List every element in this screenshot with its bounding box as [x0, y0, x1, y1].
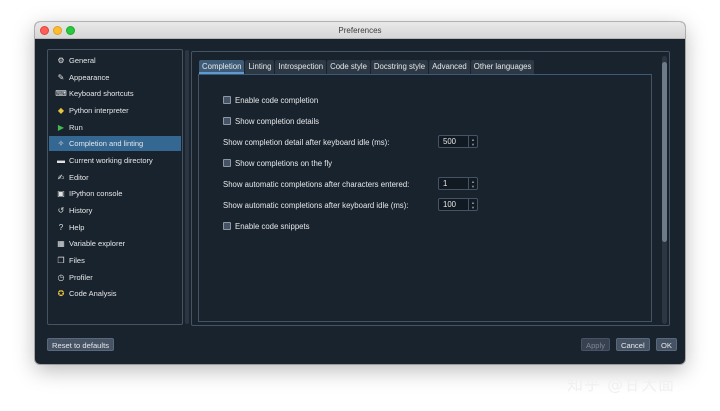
sidebar-item-label: Editor	[69, 173, 89, 182]
sidebar-item-files[interactable]: ❐ Files	[49, 253, 181, 268]
sidebar-item-label: Run	[69, 123, 83, 132]
spinbox-value: 1	[443, 179, 448, 188]
show-completions-on-the-fly-option: Show completions on the fly	[223, 157, 332, 169]
sidebar-item-label: Files	[69, 256, 85, 265]
sidebar-item-label: General	[69, 56, 96, 65]
reset-to-defaults-button[interactable]: Reset to defaults	[47, 338, 114, 351]
sidebar-item-label: Current working directory	[69, 156, 153, 165]
show-completion-details-label: Show completion details	[235, 116, 320, 126]
panel-scrollbar[interactable]	[662, 56, 667, 324]
clock-icon: ◷	[57, 273, 65, 282]
paintbrush-icon: ✎	[57, 73, 65, 82]
tab-docstring-style[interactable]: Docstring style	[370, 60, 429, 74]
cancel-button[interactable]: Cancel	[616, 338, 650, 351]
sidebar-item-ipython-console[interactable]: ▣ IPython console	[49, 186, 181, 201]
enable-code-snippets-checkbox[interactable]	[223, 222, 231, 230]
tab-code-style[interactable]: Code style	[327, 60, 370, 74]
spinbox-arrows[interactable]: ▲ ▼	[468, 178, 477, 189]
python-icon: ◆	[57, 106, 65, 115]
folder-icon: ▬	[57, 156, 65, 165]
close-window-button[interactable]	[40, 26, 49, 35]
sidebar-item-appearance[interactable]: ✎ Appearance	[49, 70, 181, 85]
tab-other-languages[interactable]: Other languages	[470, 60, 535, 74]
sidebar-item-label: Appearance	[69, 73, 110, 82]
play-icon: ▶	[57, 123, 65, 132]
sidebar-item-current-working-directory[interactable]: ▬ Current working directory	[49, 153, 181, 168]
sidebar-item-label: Keyboard shortcuts	[69, 89, 134, 98]
sidebar-item-label: IPython console	[69, 189, 123, 198]
enable-code-snippets-option: Enable code snippets	[223, 220, 310, 232]
show-completions-on-the-fly-label: Show completions on the fly	[235, 158, 333, 168]
sidebar-item-label: Variable explorer	[69, 239, 126, 248]
tab-bar: Completion Linting Introspection Code st…	[199, 60, 535, 74]
completions-after-idle-spinbox[interactable]: 100 ▲ ▼	[438, 198, 478, 211]
completions-after-chars-spinbox[interactable]: 1 ▲ ▼	[438, 177, 478, 190]
gears-icon: ⚙	[57, 56, 65, 65]
minimize-window-button[interactable]	[53, 26, 62, 35]
search-code-icon: ✪	[57, 289, 65, 298]
edit-icon: ✍	[57, 173, 65, 182]
spinbox-value: 500	[443, 137, 457, 146]
preferences-sidebar: ⚙ General ✎ Appearance ⌨ Keyboard shortc…	[47, 49, 183, 325]
show-completions-on-the-fly-checkbox[interactable]	[223, 159, 231, 167]
completions-after-idle-label: Show automatic completions after keyboar…	[223, 200, 409, 210]
sidebar-item-variable-explorer[interactable]: ▦ Variable explorer	[49, 236, 181, 251]
history-icon: ↺	[57, 206, 65, 215]
enable-code-completion-option: Enable code completion	[223, 94, 318, 106]
completion-detail-idle-label: Show completion detail after keyboard id…	[223, 137, 390, 147]
preferences-window: Preferences ⚙ General ✎ Appearance ⌨ Key…	[35, 22, 685, 364]
tab-advanced[interactable]: Advanced	[429, 60, 470, 74]
spinbox-value: 100	[443, 200, 457, 209]
sidebar-item-help[interactable]: ? Help	[49, 220, 181, 235]
maximize-window-button[interactable]	[66, 26, 75, 35]
spinbox-arrows[interactable]: ▲ ▼	[468, 136, 477, 147]
completions-after-idle-row: Show automatic completions after keyboar…	[223, 199, 408, 211]
sidebar-splitter[interactable]	[185, 50, 189, 324]
console-icon: ▣	[57, 189, 65, 198]
sidebar-item-label: Python interpreter	[69, 106, 129, 115]
completion-icon: ✧	[57, 139, 65, 148]
sidebar-item-label: Completion and linting	[69, 139, 144, 148]
completions-after-chars-label: Show automatic completions after charact…	[223, 179, 410, 189]
enable-code-snippets-label: Enable code snippets	[235, 221, 310, 231]
show-completion-details-option: Show completion details	[223, 115, 319, 127]
completion-detail-idle-spinbox[interactable]: 500 ▲ ▼	[438, 135, 478, 148]
completion-detail-idle-row: Show completion detail after keyboard id…	[223, 136, 389, 148]
files-icon: ❐	[57, 256, 65, 265]
enable-code-completion-checkbox[interactable]	[223, 96, 231, 104]
tab-completion[interactable]: Completion	[199, 60, 245, 74]
sidebar-item-code-analysis[interactable]: ✪ Code Analysis	[49, 286, 181, 301]
enable-code-completion-label: Enable code completion	[235, 95, 319, 105]
tab-introspection[interactable]: Introspection	[275, 60, 327, 74]
sidebar-item-python-interpreter[interactable]: ◆ Python interpreter	[49, 103, 181, 118]
apply-button[interactable]: Apply	[581, 338, 610, 351]
spinbox-arrows[interactable]: ▲ ▼	[468, 199, 477, 210]
scrollbar-thumb[interactable]	[662, 62, 667, 242]
sidebar-item-run[interactable]: ▶ Run	[49, 120, 181, 135]
sidebar-item-label: Help	[69, 223, 85, 232]
sidebar-item-general[interactable]: ⚙ General	[49, 53, 181, 68]
watermark: 知乎 @甘大面	[567, 375, 676, 394]
sidebar-item-profiler[interactable]: ◷ Profiler	[49, 270, 181, 285]
sidebar-item-label: History	[69, 206, 93, 215]
completion-tab-pane	[198, 74, 652, 322]
tab-linting[interactable]: Linting	[245, 60, 275, 74]
completions-after-chars-row: Show automatic completions after charact…	[223, 178, 409, 190]
ok-button[interactable]: OK	[656, 338, 677, 351]
sidebar-item-history[interactable]: ↺ History	[49, 203, 181, 218]
sidebar-item-label: Profiler	[69, 273, 93, 282]
keyboard-icon: ⌨	[55, 89, 67, 98]
sidebar-item-keyboard-shortcuts[interactable]: ⌨ Keyboard shortcuts	[49, 86, 181, 101]
sidebar-item-completion-and-linting[interactable]: ✧ Completion and linting	[49, 136, 181, 151]
table-icon: ▦	[57, 239, 65, 248]
sidebar-item-label: Code Analysis	[69, 289, 117, 298]
show-completion-details-checkbox[interactable]	[223, 117, 231, 125]
help-icon: ?	[58, 223, 64, 232]
window-title: Preferences	[338, 26, 382, 35]
sidebar-item-editor[interactable]: ✍ Editor	[49, 170, 181, 185]
title-bar: Preferences	[35, 22, 685, 39]
